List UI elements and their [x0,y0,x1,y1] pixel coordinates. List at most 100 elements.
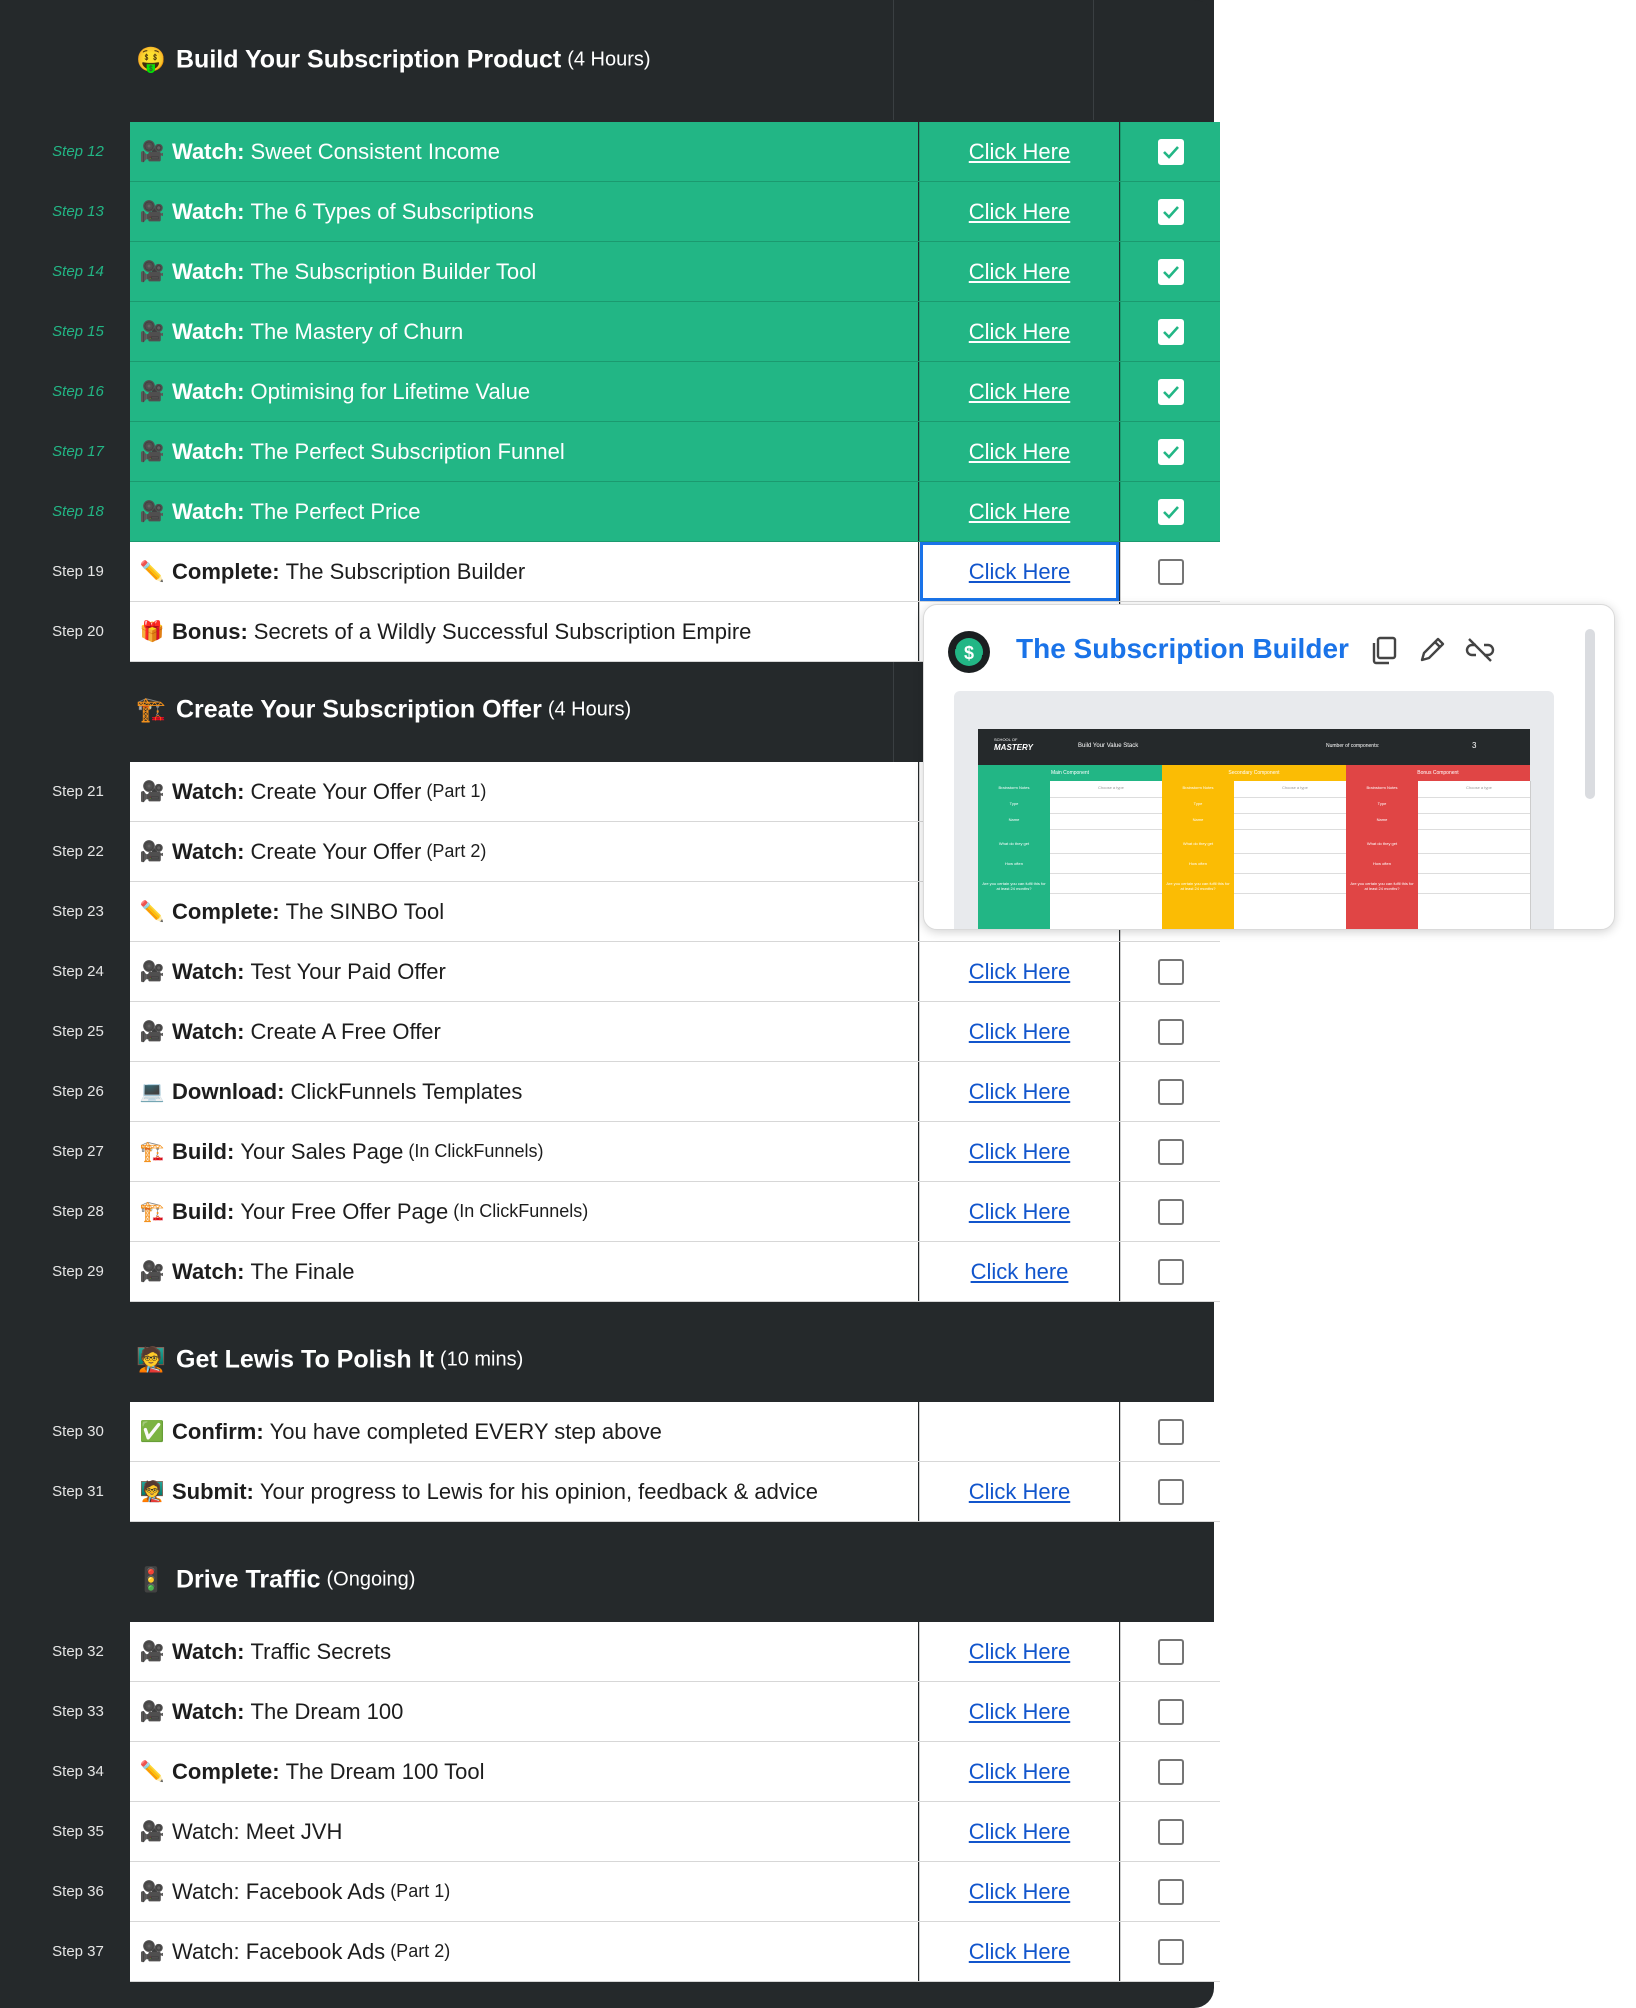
click-here-link[interactable]: Click Here [920,1682,1119,1741]
edit-pencil-icon[interactable] [1415,633,1449,667]
click-here-link[interactable]: Click Here [920,542,1119,601]
checkbox[interactable] [1157,498,1184,525]
task-text: The 6 Types of Subscriptions [250,198,534,224]
task-cell: 🎁 Bonus: Secrets of a Wildly Successful Su… [130,602,918,661]
click-here-link[interactable]: Click Here [920,1062,1119,1121]
step-label: Step 12 [28,122,128,181]
task-verb: Watch: [172,138,245,164]
checkbox-cell[interactable] [1121,422,1220,481]
checkbox[interactable] [1157,958,1184,985]
checkbox-cell[interactable] [1121,1242,1220,1301]
column-divider [919,1062,920,1121]
step-label: Step 21 [28,762,128,821]
click-here-link[interactable]: Click Here [920,482,1119,541]
click-here-link[interactable]: Click Here [920,242,1119,301]
checkbox[interactable] [1157,1698,1184,1725]
sheet-choose-hint: Choose a type [1466,785,1492,790]
checkbox-cell[interactable] [1121,182,1220,241]
sheet-thumbnail[interactable]: SCHOOL OF MASTERY Build Your Value Stack… [954,691,1554,929]
checkbox[interactable] [1157,198,1184,225]
checkbox[interactable] [1157,258,1184,285]
click-here-link[interactable]: Click Here [920,422,1119,481]
task-emoji-icon: 🎥 [139,1641,165,1663]
click-here-link[interactable]: Click Here [920,942,1119,1001]
click-here-link[interactable]: Click Here [920,1862,1119,1921]
checkbox[interactable] [1157,1758,1184,1785]
column-divider [919,1182,920,1241]
click-here-link[interactable]: Click Here [920,1002,1119,1061]
checkbox[interactable] [1157,1138,1184,1165]
click-here-link[interactable]: Click Here [920,362,1119,421]
checkbox[interactable] [1157,1258,1184,1285]
checkbox-cell[interactable] [1121,1922,1220,1981]
checkbox[interactable] [1157,1018,1184,1045]
checkbox-cell[interactable] [1121,302,1220,361]
sheet-row-label: Type [1009,801,1019,806]
checkbox[interactable] [1157,1198,1184,1225]
checkbox[interactable] [1157,1818,1184,1845]
checkbox-cell[interactable] [1121,1462,1220,1521]
checkbox[interactable] [1157,1418,1184,1445]
checkbox-cell[interactable] [1121,1002,1220,1061]
section-title-text: Get Lewis To Polish It [176,1345,434,1374]
table-row: Step 18 🎥 Watch: The Perfect Price Click Her… [28,482,1220,542]
checkbox-cell[interactable] [1121,1862,1220,1921]
click-here-link[interactable]: Click Here [920,302,1119,361]
svg-text:$: $ [964,643,974,663]
checkbox-cell[interactable] [1121,122,1220,181]
checkbox-cell[interactable] [1121,1802,1220,1861]
task-text: Watch: Facebook Ads [172,1938,386,1964]
checkbox-cell[interactable] [1121,482,1220,541]
checkbox-cell[interactable] [1121,1682,1220,1741]
popup-title[interactable]: The Subscription Builder [1016,633,1349,665]
click-here-link[interactable] [920,1402,1119,1461]
checkbox-cell[interactable] [1121,242,1220,301]
checkbox[interactable] [1157,1938,1184,1965]
popup-scrollbar[interactable] [1585,629,1595,799]
checkbox-cell[interactable] [1121,1182,1220,1241]
checkbox[interactable] [1157,1078,1184,1105]
checkbox-cell[interactable] [1121,1122,1220,1181]
checkbox[interactable] [1157,318,1184,345]
checkbox[interactable] [1157,1878,1184,1905]
checkbox[interactable] [1157,378,1184,405]
copy-icon[interactable] [1367,633,1401,667]
task-text: The Dream 100 Tool [285,1758,485,1784]
task-verb: Complete: [172,898,280,924]
sheet-gridline [1050,829,1162,830]
task-cell: 🏗️ Build: Your Free Offer Page (In ClickFun… [130,1182,918,1241]
click-here-link[interactable]: Click Here [920,1922,1119,1981]
step-label: Step 15 [28,302,128,361]
task-emoji-icon: 🎥 [139,841,165,863]
checkbox[interactable] [1157,1478,1184,1505]
checkbox-cell[interactable] [1121,1062,1220,1121]
click-here-link[interactable]: Click here [920,1242,1119,1301]
checkbox-cell[interactable] [1121,1622,1220,1681]
checkbox-cell[interactable] [1121,1402,1220,1461]
unlink-icon[interactable] [1463,633,1497,667]
click-here-link[interactable]: Click Here [920,182,1119,241]
click-here-link[interactable]: Click Here [920,1802,1119,1861]
task-text: Sweet Consistent Income [250,138,500,164]
check-icon [1162,385,1179,399]
table-row: Step 19 ✏️ Complete: The Subscription Build… [28,542,1220,602]
checkbox-cell[interactable] [1121,942,1220,1001]
column-divider [1120,1862,1121,1921]
task-emoji-icon: 🎥 [139,381,165,403]
checkbox[interactable] [1157,438,1184,465]
click-here-link[interactable]: Click Here [920,122,1119,181]
click-here-link[interactable]: Click Here [920,1742,1119,1801]
checkbox-cell[interactable] [1121,1742,1220,1801]
checkbox[interactable] [1157,138,1184,165]
click-here-link[interactable]: Click Here [920,1622,1119,1681]
click-here-link[interactable]: Click Here [920,1122,1119,1181]
checkbox-cell[interactable] [1121,362,1220,421]
checkbox[interactable] [1157,1638,1184,1665]
click-here-link[interactable]: Click Here [920,1462,1119,1521]
checkbox[interactable] [1157,558,1184,585]
table-row: Step 29 🎥 Watch: The Finale Click here [28,1242,1220,1302]
column-divider [1120,1242,1121,1301]
sheet-gridline [1050,797,1162,798]
checkbox-cell[interactable] [1121,542,1220,601]
click-here-link[interactable]: Click Here [920,1182,1119,1241]
